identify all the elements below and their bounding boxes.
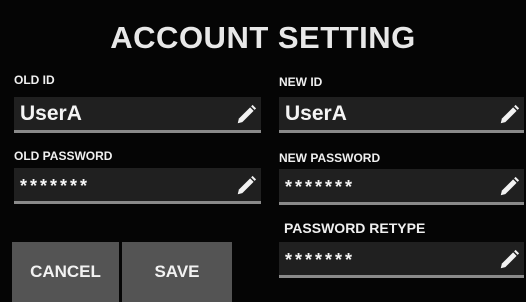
save-button[interactable]: SAVE <box>122 242 232 302</box>
pencil-icon[interactable] <box>498 249 520 271</box>
old-id-label: OLD ID <box>14 73 55 87</box>
pencil-icon[interactable] <box>235 104 257 126</box>
old-password-field[interactable]: ******* <box>14 168 261 204</box>
new-id-label: NEW ID <box>279 75 323 89</box>
account-setting-screen: ACCOUNT SETTING OLD ID UserA NEW ID User… <box>0 0 526 302</box>
pencil-icon[interactable] <box>235 175 257 197</box>
pencil-icon[interactable] <box>498 104 520 126</box>
new-id-value: UserA <box>285 102 347 125</box>
new-password-label: NEW PASSWORD <box>279 151 381 165</box>
new-password-field[interactable]: ******* <box>279 169 524 205</box>
password-retype-value: ******* <box>285 250 356 270</box>
new-password-value: ******* <box>285 177 356 197</box>
new-id-field[interactable]: UserA <box>279 97 524 133</box>
page-title: ACCOUNT SETTING <box>110 20 416 55</box>
old-password-value: ******* <box>20 176 91 196</box>
old-password-label: OLD PASSWORD <box>14 149 113 163</box>
cancel-button[interactable]: CANCEL <box>12 242 119 302</box>
old-id-field[interactable]: UserA <box>14 97 261 133</box>
old-id-value: UserA <box>20 102 82 125</box>
password-retype-label: PASSWORD RETYPE <box>284 220 426 236</box>
pencil-icon[interactable] <box>498 176 520 198</box>
password-retype-field[interactable]: ******* <box>279 242 524 278</box>
